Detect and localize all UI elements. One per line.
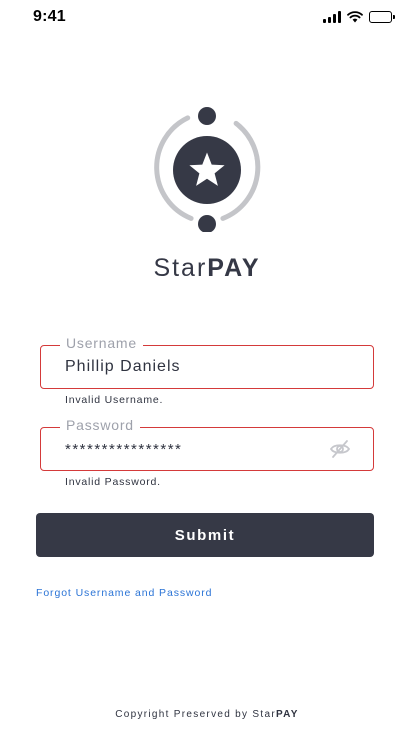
password-field[interactable]: Password xyxy=(40,417,374,471)
brand-name-bold: PAY xyxy=(207,254,261,282)
status-icons xyxy=(323,11,395,23)
username-error: Invalid Username. xyxy=(65,394,164,406)
eye-off-icon[interactable] xyxy=(329,438,351,460)
username-field[interactable]: Username xyxy=(40,335,374,389)
login-screen: 9:41 StarPAY Username Invali xyxy=(0,0,414,736)
password-input[interactable] xyxy=(65,428,335,470)
wifi-icon xyxy=(347,11,363,23)
submit-button[interactable]: Submit xyxy=(36,513,374,557)
status-bar: 9:41 xyxy=(0,0,414,36)
brand-name: StarPAY xyxy=(0,254,414,283)
footer-text-regular: Copyright Preserved by Star xyxy=(115,709,276,720)
footer-text-bold: PAY xyxy=(275,709,299,720)
forgot-credentials-link[interactable]: Forgot Username and Password xyxy=(36,587,212,599)
username-input[interactable] xyxy=(65,346,335,388)
status-time: 9:41 xyxy=(33,8,66,25)
star-orbit-logo-icon xyxy=(154,107,261,233)
footer-copyright: Copyright Preserved by StarPAY xyxy=(0,709,414,720)
password-error: Invalid Password. xyxy=(65,476,161,488)
starpay-logo xyxy=(146,106,268,233)
brand-name-regular: Star xyxy=(153,254,208,282)
battery-icon xyxy=(369,11,395,23)
cellular-signal-icon xyxy=(323,11,341,23)
